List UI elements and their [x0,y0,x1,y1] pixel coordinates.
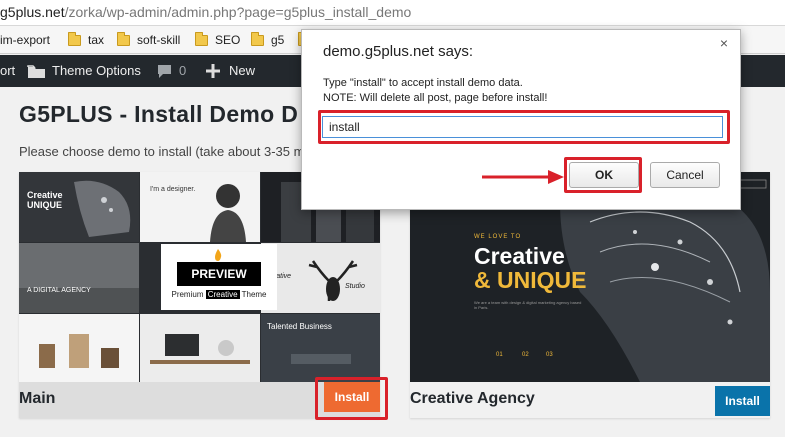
thumb-counter: 03 [546,352,553,358]
theme-options-label: Theme Options [52,63,141,78]
ok-button[interactable]: OK [569,162,639,188]
dialog-title: demo.g5plus.net says: [323,43,474,60]
close-icon[interactable]: × [716,35,732,51]
bookmark-label: tax [88,33,105,47]
folder-icon [27,64,45,78]
bookmark-label: g5 [271,33,285,47]
thumb-text: Talented Business [267,322,332,331]
thumb-tile: I'm a designer. [140,172,260,242]
dialog-message-line-1: Type "install" to accept install demo da… [323,77,523,89]
thumb-text: Creative [27,190,63,200]
preview-overlay[interactable]: PREVIEW Premium Creative Theme [161,244,277,310]
install-button-main[interactable]: Install [324,382,380,412]
admin-bar-partial-item[interactable]: ort [0,55,15,87]
comments-count: 0 [179,63,187,78]
thumb-tile: Creative UNIQUE [19,172,139,242]
thumb-text: UNIQUE [27,200,63,210]
page-description: Please choose demo to install (take abou… [19,144,305,159]
bookmark-tax[interactable]: tax [68,31,105,48]
thumb-tile [19,314,139,382]
demo-card-footer: Creative Agency Install [410,382,770,418]
thumb-tile: A DIGITAL AGENCY [19,243,139,313]
dialog-text-input[interactable] [322,116,723,138]
arrow-icon [482,170,564,184]
thumb-title-1: Creative [474,243,565,269]
folder-icon [117,31,130,46]
folder-icon [195,31,208,46]
thumb-tile [140,314,260,382]
bookmark-g5[interactable]: g5 [251,31,285,48]
demo-card-footer: Main Install [19,382,380,418]
thumb-counter: 01 [496,352,503,358]
bookmark-im-export[interactable]: im-export [0,32,50,48]
url-path: /zorka/wp-admin/admin.php?page=g5plus_in… [64,4,412,20]
admin-bar-theme-options[interactable]: Theme Options [27,55,141,87]
thumb-text: Studio [345,283,365,290]
thumb-tile: Talented Business [261,314,380,382]
flame-icon [213,248,223,261]
thumb-tile: Creative Studio [261,243,380,313]
demo-name: Creative Agency [410,390,535,407]
thumb-text: A DIGITAL AGENCY [27,287,91,294]
admin-bar-comments[interactable]: 0 [157,55,186,87]
folder-icon [251,31,264,46]
comment-icon [158,64,171,78]
bookmark-label: im-export [0,33,51,47]
bookmark-label: soft-skill [137,33,181,47]
office-image [19,243,139,313]
bookmark-soft-skill[interactable]: soft-skill [117,31,181,48]
dialog-message-line-2: NOTE: Will delete all post, page before … [323,92,548,104]
bookmark-label: SEO [215,33,241,47]
demo-name: Main [19,390,56,407]
thumb-title-2: & UNIQUE [474,267,587,293]
page-title: G5PLUS - Install Demo D [19,101,299,127]
screenshot-root: g5plus.net/zorka/wp-admin/admin.php?page… [0,0,785,437]
preview-subtitle: Premium Creative Theme [171,290,267,299]
preview-label: PREVIEW [177,262,261,286]
plus-icon [206,64,220,78]
thumb-kicker: WE LOVE TO [474,234,522,240]
thumb-counter: 02 [522,352,529,358]
new-label: New [229,63,256,78]
desk-image [150,334,250,364]
install-button-creative-agency[interactable]: Install [715,386,770,416]
admin-bar-new[interactable]: New [206,55,255,87]
portrait-image [210,184,246,242]
thumb-body: We are a team with design & digital mark… [474,300,582,310]
folder-icon [68,31,81,46]
url-host: g5plus.net [0,4,65,20]
browser-url-bar[interactable]: g5plus.net/zorka/wp-admin/admin.php?page… [0,0,785,26]
furniture-image [39,334,119,368]
bookmark-seo[interactable]: SEO [195,31,241,48]
cancel-button[interactable]: Cancel [650,162,720,188]
